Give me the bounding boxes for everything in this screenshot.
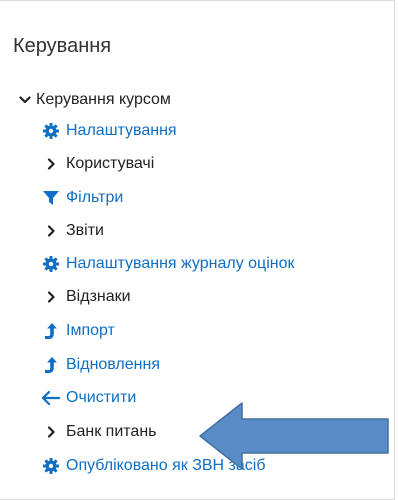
chevron-right-icon <box>42 222 60 240</box>
chevron-right-icon <box>42 423 60 441</box>
tree-item-restore[interactable]: Відновлення <box>42 352 160 378</box>
tree-item-label: Налаштування журналу оцінок <box>66 255 295 272</box>
annotation-arrow-icon <box>198 401 390 476</box>
tree-item-reset[interactable]: Очистити <box>42 385 136 411</box>
tree-item-label: Налаштування <box>66 122 177 139</box>
tree-root-course-administration[interactable]: Керування курсом <box>18 87 171 113</box>
tree-item-settings[interactable]: Налаштування <box>42 118 177 144</box>
chevron-right-icon <box>42 288 60 306</box>
tree-item-import[interactable]: Імпорт <box>42 318 115 344</box>
gear-icon <box>42 255 60 273</box>
chevron-down-icon <box>18 91 32 109</box>
arrow-left-icon <box>42 389 60 407</box>
tree-item-label: Відзнаки <box>66 288 131 305</box>
tree-item-label: Фільтри <box>66 189 124 206</box>
tree-item-gradebook-setup[interactable]: Налаштування журналу оцінок <box>42 251 295 277</box>
tree-item-badges[interactable]: Відзнаки <box>42 284 131 310</box>
tree-item-question-bank[interactable]: Банк питань <box>42 419 157 445</box>
tree-item-label: Користувачі <box>66 155 155 172</box>
filter-icon <box>42 189 60 207</box>
gear-icon <box>42 457 60 475</box>
block-title: Керування <box>13 35 112 57</box>
tree-item-filters[interactable]: Фільтри <box>42 185 123 211</box>
tree-item-users[interactable]: Користувачі <box>42 151 154 177</box>
gear-icon <box>42 122 60 140</box>
tree-item-label: Відновлення <box>66 356 160 373</box>
tree-item-reports[interactable]: Звіти <box>42 218 104 244</box>
tree-item-label: Банк питань <box>66 423 157 440</box>
tree-item-label: Імпорт <box>66 322 115 339</box>
level-up-icon <box>42 356 60 374</box>
tree-root-label: Керування курсом <box>36 91 171 108</box>
tree-item-label: Звіти <box>66 222 104 239</box>
chevron-right-icon <box>42 155 60 173</box>
level-up-icon <box>42 322 60 340</box>
tree-item-label: Очистити <box>66 389 137 406</box>
